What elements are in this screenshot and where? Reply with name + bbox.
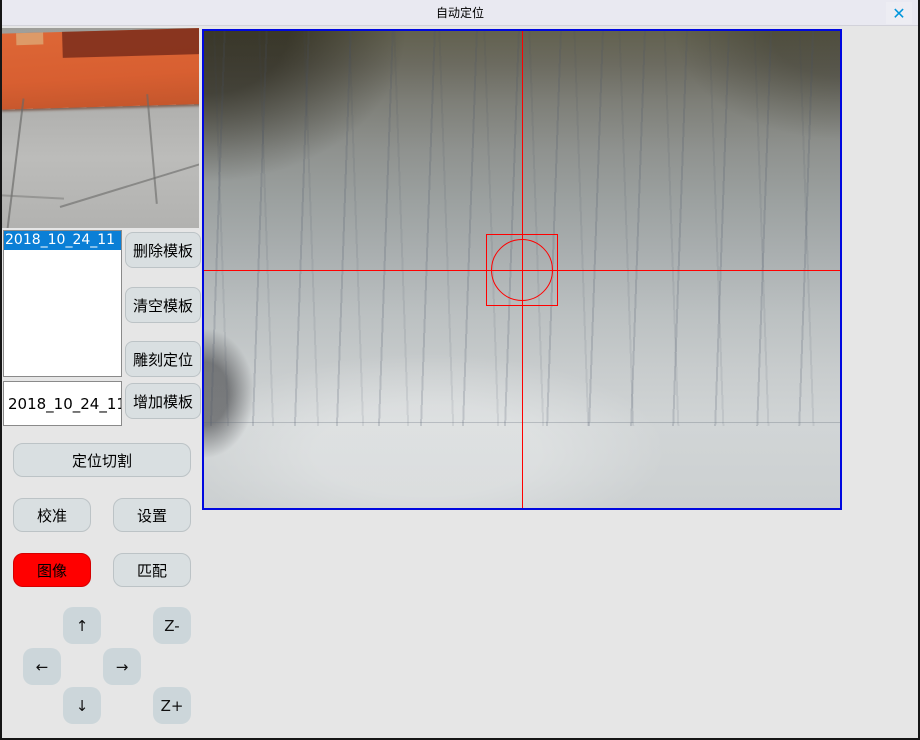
preview-dark-object <box>140 196 199 228</box>
jog-left-button[interactable]: ← <box>23 648 61 685</box>
locate-cut-button[interactable]: 定位切割 <box>13 443 191 477</box>
title-bar: 自动定位 ✕ <box>0 0 920 26</box>
camera-view[interactable] <box>202 29 842 510</box>
jog-right-button[interactable]: → <box>103 648 141 685</box>
preview-board-highlight <box>16 32 43 45</box>
jog-up-button[interactable]: ↑ <box>63 607 101 644</box>
calibrate-button[interactable]: 校准 <box>13 498 91 532</box>
preview-tile-line <box>146 94 158 204</box>
window-title: 自动定位 <box>436 4 484 21</box>
template-list-item[interactable]: 2018_10_24_11 <box>4 231 121 250</box>
auto-locate-window: 自动定位 ✕ 2018_10_24_11 删除模板 清空模板 雕刻定位 增加模板… <box>0 0 920 740</box>
target-circle <box>491 239 553 301</box>
preview-board-shadow <box>62 28 199 58</box>
close-icon[interactable]: ✕ <box>886 2 912 24</box>
image-button[interactable]: 图像 <box>13 553 91 587</box>
template-preview-image <box>2 28 199 228</box>
settings-button[interactable]: 设置 <box>113 498 191 532</box>
match-button[interactable]: 匹配 <box>113 553 191 587</box>
preview-orange-board <box>2 28 199 110</box>
engrave-locate-button[interactable]: 雕刻定位 <box>125 341 201 377</box>
z-plus-button[interactable]: Z+ <box>153 687 191 724</box>
z-minus-button[interactable]: Z- <box>153 607 191 644</box>
template-list[interactable]: 2018_10_24_11 <box>3 230 122 377</box>
add-template-button[interactable]: 增加模板 <box>125 383 201 419</box>
clear-templates-button[interactable]: 清空模板 <box>125 287 201 323</box>
template-name-input[interactable] <box>3 381 122 426</box>
preview-tile-line <box>5 98 24 228</box>
jog-down-button[interactable]: ↓ <box>63 687 101 724</box>
delete-template-button[interactable]: 删除模板 <box>125 232 201 268</box>
